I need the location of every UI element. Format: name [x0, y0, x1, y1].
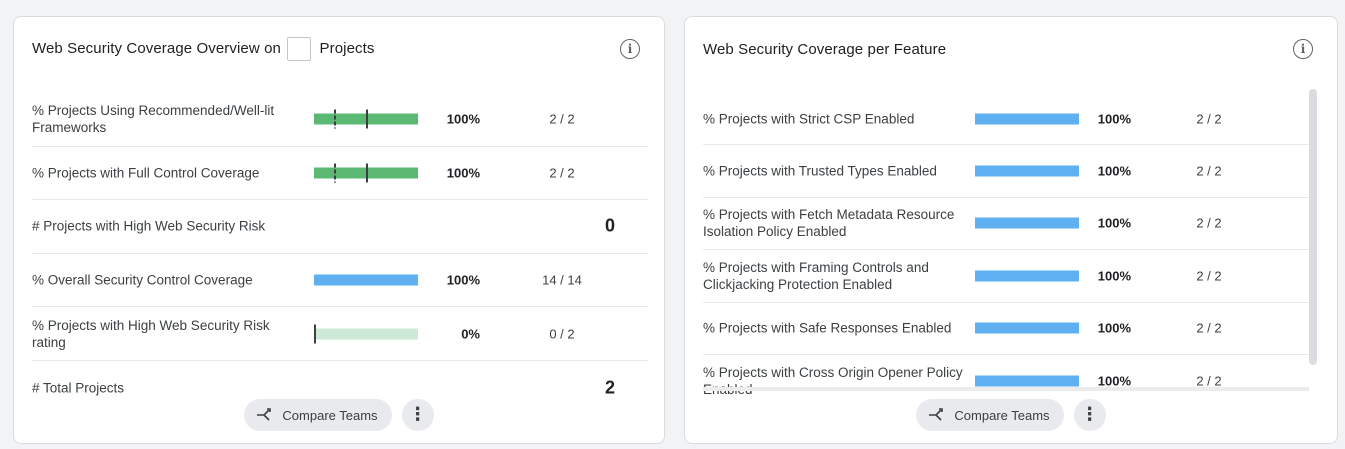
feature-percent: 100%	[1097, 111, 1131, 127]
feature-bar	[975, 270, 1079, 282]
feature-label: % Projects with Trusted Types Enabled	[703, 163, 937, 179]
feature-percent: 100%	[1097, 268, 1131, 284]
feature-bar	[975, 165, 1079, 177]
scrollbar[interactable]	[1309, 89, 1317, 365]
feature-label: % Projects with Cross Origin Opener Poli…	[703, 365, 963, 397]
feature-row: % Projects with Cross Origin Opener Poli…	[703, 355, 1309, 401]
compare-teams-button[interactable]: Compare Teams	[916, 399, 1064, 431]
compare-teams-button[interactable]: Compare Teams	[244, 399, 392, 431]
compare-teams-label: Compare Teams	[282, 407, 378, 423]
compare-icon	[929, 408, 944, 421]
project-count-input[interactable]	[287, 37, 312, 61]
metric-count: 2 / 2	[549, 111, 575, 127]
per-feature-card-footer: Compare Teams ⋮	[685, 399, 1337, 431]
feature-row: % Projects with Safe Responses Enabled 1…	[703, 303, 1309, 355]
metric-label: # Total Projects	[32, 380, 125, 396]
metric-percent: 100%	[446, 165, 480, 181]
feature-row: % Projects with Framing Controls and Cli…	[703, 250, 1309, 303]
feature-label: % Projects with Framing Controls and Cli…	[703, 259, 929, 292]
metric-percent: 100%	[446, 111, 480, 127]
feature-percent: 100%	[1097, 215, 1131, 231]
metric-row: % Overall Security Control Coverage 100%…	[32, 254, 648, 308]
metric-label: % Overall Security Control Coverage	[32, 272, 253, 288]
metric-bar	[314, 163, 418, 183]
metric-percent: 100%	[446, 272, 480, 288]
overview-card-footer: Compare Teams ⋮	[14, 399, 664, 431]
metric-label: % Projects with Full Control Coverage	[32, 165, 260, 181]
metric-row: % Projects with Full Control Coverage 10…	[32, 147, 648, 201]
feature-bar	[975, 113, 1079, 125]
overview-metrics-list: % Projects Using Recommended/Well-lit Fr…	[32, 93, 648, 415]
metric-row: % Projects Using Recommended/Well-lit Fr…	[32, 93, 648, 147]
more-vert-icon[interactable]: ⋮	[401, 399, 434, 431]
metric-label: % Projects Using Recommended/Well-lit Fr…	[32, 103, 275, 136]
feature-count: 2 / 2	[1196, 268, 1222, 284]
per-feature-card: Web Security Coverage per Feature i % Pr…	[684, 16, 1338, 444]
overview-card-header: Web Security Coverage Overview on Projec…	[32, 37, 646, 61]
per-feature-card-title: Web Security Coverage per Feature	[703, 40, 947, 58]
feature-count: 2 / 2	[1196, 163, 1222, 179]
per-feature-card-header: Web Security Coverage per Feature i	[703, 37, 1319, 61]
feature-label: % Projects with Fetch Metadata Resource …	[703, 207, 955, 240]
feature-percent: 100%	[1097, 163, 1131, 179]
benchmark-marker	[334, 109, 336, 129]
compare-icon	[257, 408, 272, 421]
feature-row: % Projects with Fetch Metadata Resource …	[703, 198, 1309, 251]
more-vert-icon[interactable]: ⋮	[1073, 399, 1106, 431]
target-marker	[366, 109, 368, 129]
feature-count: 2 / 2	[1196, 215, 1222, 231]
overview-title-suffix: Projects	[319, 39, 375, 57]
overview-title-prefix: Web Security Coverage Overview on	[32, 39, 281, 57]
metric-count: 2 / 2	[549, 165, 575, 181]
metric-bar	[314, 324, 418, 344]
list-overflow-edge	[703, 387, 1309, 391]
overview-card: Web Security Coverage Overview on Projec…	[13, 16, 665, 444]
target-marker	[314, 324, 316, 344]
feature-row: % Projects with Trusted Types Enabled 10…	[703, 145, 1309, 198]
metric-count: 14 / 14	[542, 272, 582, 288]
metric-row: # Projects with High Web Security Risk 0	[32, 200, 648, 254]
info-icon[interactable]: i	[620, 39, 640, 59]
feature-bar	[975, 217, 1079, 229]
feature-metrics-list[interactable]: % Projects with Strict CSP Enabled 100% …	[703, 93, 1309, 401]
feature-row: % Projects with Strict CSP Enabled 100% …	[703, 93, 1309, 146]
feature-label: % Projects with Strict CSP Enabled	[703, 111, 915, 127]
metric-bar	[314, 109, 418, 129]
metric-label: # Projects with High Web Security Risk	[32, 218, 266, 234]
feature-count: 2 / 2	[1196, 111, 1222, 127]
compare-teams-label: Compare Teams	[954, 407, 1050, 423]
metric-label: % Projects with High Web Security Risk r…	[32, 317, 270, 350]
feature-count: 2 / 2	[1196, 320, 1222, 336]
feature-bar	[975, 375, 1079, 387]
metric-bar	[314, 274, 418, 286]
metric-row: % Projects with High Web Security Risk r…	[32, 307, 648, 361]
target-marker	[366, 163, 368, 183]
benchmark-marker	[334, 163, 336, 183]
feature-label: % Projects with Safe Responses Enabled	[703, 320, 952, 336]
overview-card-title: Web Security Coverage Overview on Projec…	[32, 37, 375, 61]
metric-count: 0 / 2	[549, 326, 575, 342]
info-icon[interactable]: i	[1293, 39, 1313, 59]
feature-percent: 100%	[1097, 320, 1131, 336]
metric-value: 0	[604, 215, 615, 236]
metric-bar-fill	[314, 274, 418, 286]
metric-percent: 0%	[461, 326, 480, 342]
feature-bar	[975, 322, 1079, 334]
metric-value: 2	[604, 377, 615, 398]
